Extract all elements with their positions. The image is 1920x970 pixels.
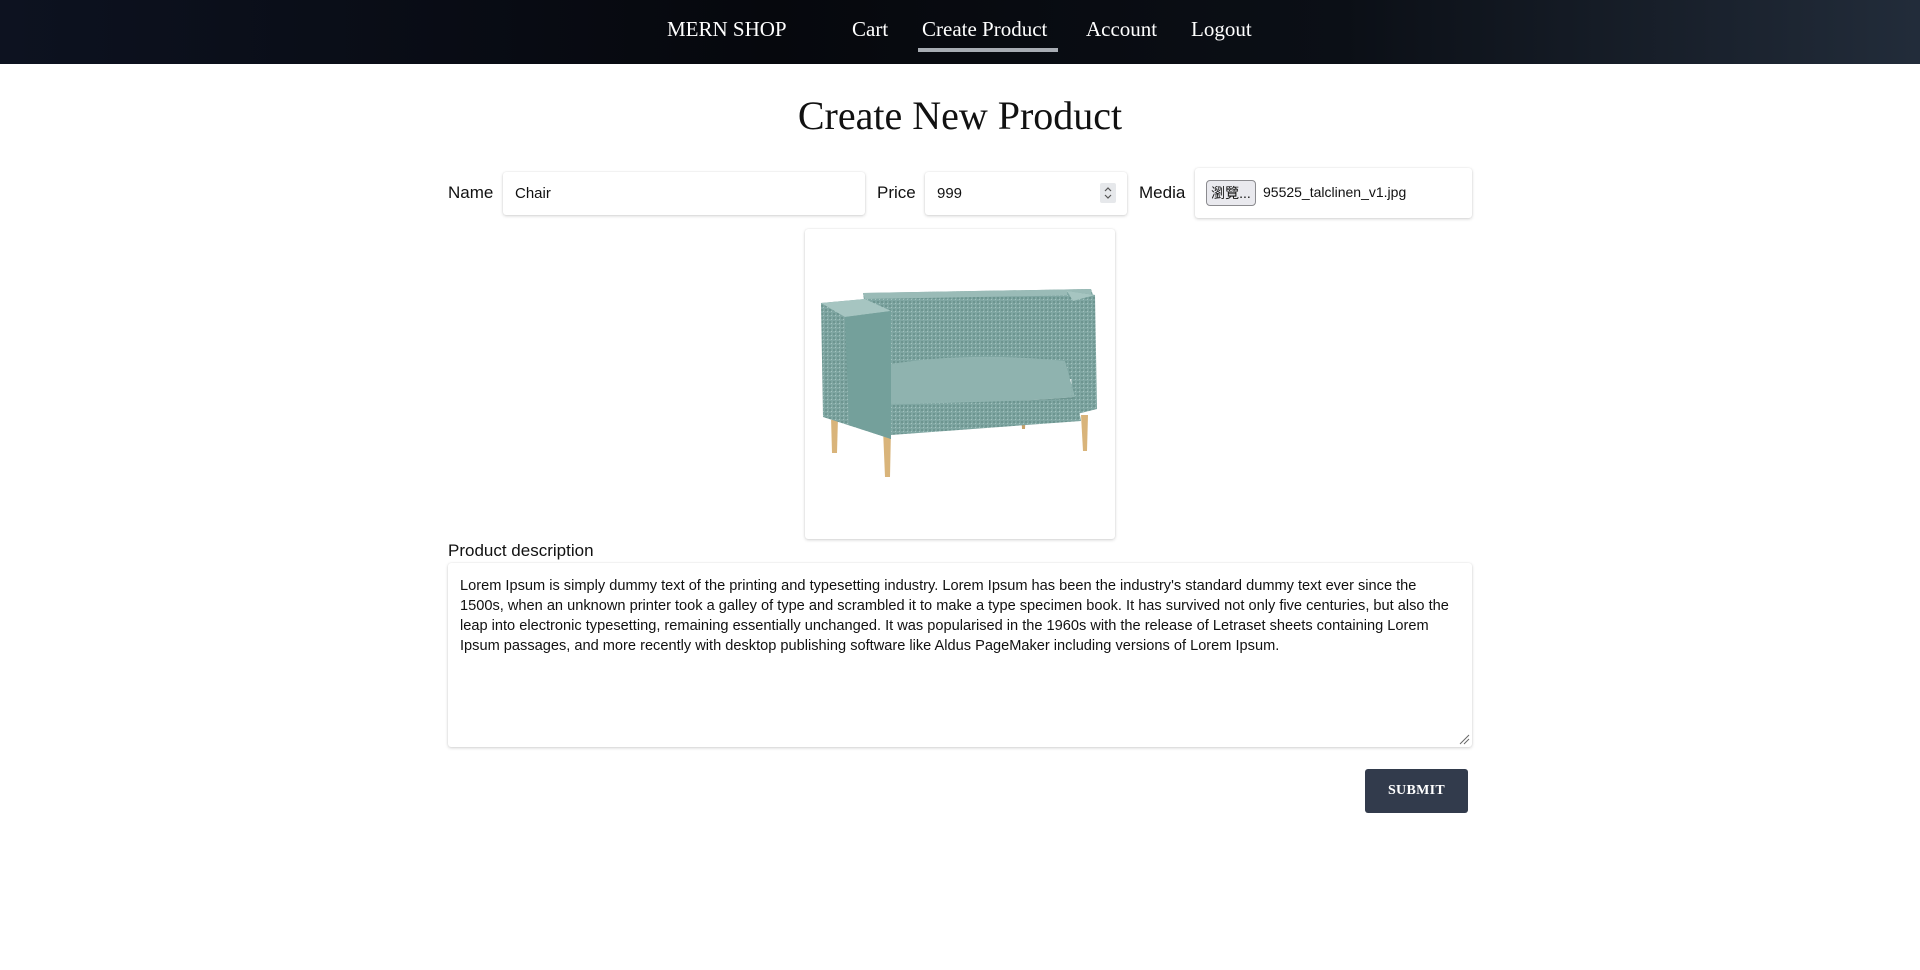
browse-button[interactable]: 瀏覽... [1206, 180, 1256, 206]
nav-link-account[interactable]: Account [1086, 17, 1157, 42]
page-title: Create New Product [797, 93, 1123, 138]
stepper-down-icon[interactable] [1104, 194, 1112, 199]
top-navbar: MERN SHOP Cart Create Product Account Lo… [0, 0, 1920, 64]
stepper-up-icon[interactable] [1104, 187, 1112, 192]
description-label: Product description [448, 541, 594, 560]
active-tab-indicator [918, 48, 1058, 52]
name-input-value: Chair [515, 185, 551, 202]
price-input[interactable]: 999 [925, 172, 1127, 215]
resize-handle-icon[interactable] [1458, 733, 1470, 745]
selected-file-name: 95525_talclinen_v1.jpg [1263, 184, 1407, 200]
price-stepper[interactable] [1100, 183, 1116, 203]
name-input[interactable]: Chair [503, 172, 865, 215]
description-textarea[interactable]: Lorem Ipsum is simply dummy text of the … [448, 563, 1472, 747]
media-file-input[interactable]: 瀏覽... 95525_talclinen_v1.jpg [1195, 168, 1472, 218]
media-label: Media [1139, 183, 1186, 202]
price-label: Price [877, 183, 916, 202]
nav-link-logout[interactable]: Logout [1191, 17, 1252, 42]
name-label: Name [448, 183, 494, 202]
sofa-image [821, 289, 1097, 477]
nav-link-cart[interactable]: Cart [852, 17, 888, 42]
price-input-value: 999 [937, 185, 963, 202]
brand-logo[interactable]: MERN SHOP [667, 17, 787, 42]
description-text: Lorem Ipsum is simply dummy text of the … [460, 578, 1449, 654]
submit-button[interactable]: SUBMIT [1365, 769, 1468, 813]
nav-link-create-product[interactable]: Create Product [922, 17, 1047, 42]
image-preview [805, 229, 1115, 539]
